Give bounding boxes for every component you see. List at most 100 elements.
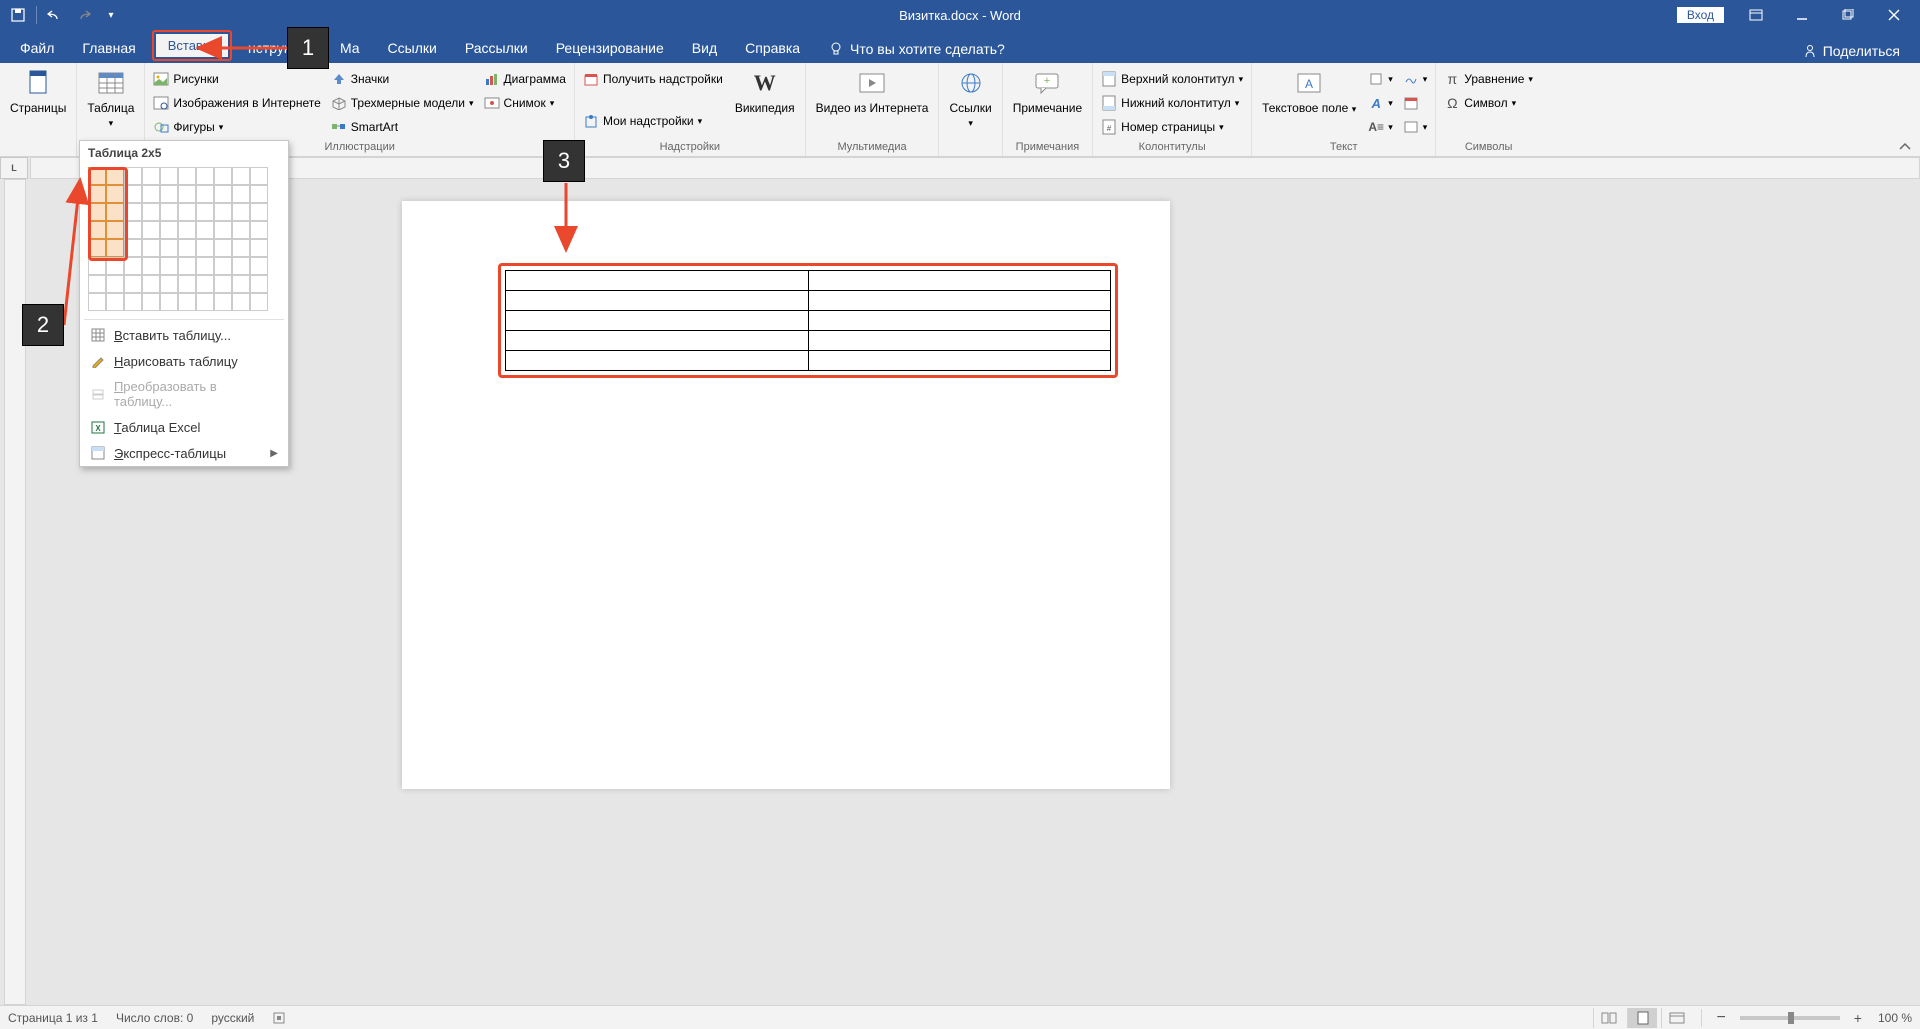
group-symbols: πУравнение ▾ ΩСимвол ▾ Символы <box>1436 63 1541 156</box>
table-button[interactable]: Таблица▾ <box>81 65 140 132</box>
status-word-count[interactable]: Число слов: 0 <box>116 1011 193 1025</box>
date-time-button[interactable] <box>1399 91 1432 115</box>
header-button[interactable]: Верхний колонтитул ▾ <box>1097 67 1247 91</box>
my-addins-button[interactable]: Мои надстройки ▾ <box>579 109 727 133</box>
svg-text:A: A <box>1305 77 1313 91</box>
status-language[interactable]: русский <box>211 1011 254 1025</box>
page-icon <box>22 67 54 99</box>
online-video-button[interactable]: Видео из Интернета <box>810 65 935 117</box>
table-grid-icon <box>90 327 106 343</box>
document-viewport[interactable] <box>26 179 1920 1005</box>
zoom-slider[interactable] <box>1740 1016 1840 1020</box>
maximize-button[interactable] <box>1826 0 1870 30</box>
redo-icon[interactable] <box>71 3 95 27</box>
qat-customize-icon[interactable]: ▾ <box>99 3 123 27</box>
excel-table-menuitem[interactable]: XТаблица Excel <box>80 414 288 440</box>
table-size-grid[interactable] <box>88 167 280 311</box>
sig-icon <box>1403 71 1419 87</box>
screenshot-button[interactable]: Снимок ▾ <box>480 91 570 115</box>
undo-icon[interactable] <box>43 3 67 27</box>
share-button[interactable]: Поделиться <box>1795 39 1908 63</box>
tab-view[interactable]: Вид <box>678 34 731 63</box>
video-icon <box>856 67 888 99</box>
zoom-out-button[interactable]: − <box>1712 1009 1729 1027</box>
group-media: Видео из Интернета Мультимедиа <box>806 63 940 156</box>
vertical-ruler[interactable] <box>4 179 26 1005</box>
tab-mailings[interactable]: Рассылки <box>451 34 542 63</box>
macro-status-icon[interactable] <box>272 1011 286 1025</box>
tab-help[interactable]: Справка <box>731 34 814 63</box>
pictures-button[interactable]: Рисунки <box>149 67 324 91</box>
get-addins-button[interactable]: Получить надстройки <box>579 67 727 91</box>
equation-icon: π <box>1444 71 1460 87</box>
close-button[interactable] <box>1872 0 1916 30</box>
cube-icon <box>331 95 347 111</box>
document-page <box>402 201 1170 789</box>
view-print-button[interactable] <box>1627 1008 1657 1028</box>
share-icon <box>1803 44 1817 58</box>
footer-button[interactable]: Нижний колонтитул ▾ <box>1097 91 1247 115</box>
online-image-icon <box>153 95 169 111</box>
group-links: Ссылки▾ <box>939 63 1002 156</box>
horizontal-ruler[interactable] <box>30 157 1920 179</box>
inserted-table-highlight <box>498 263 1118 378</box>
save-icon[interactable] <box>6 3 30 27</box>
links-button[interactable]: Ссылки▾ <box>943 65 997 132</box>
submenu-arrow-icon: ▶ <box>270 448 278 459</box>
view-web-button[interactable] <box>1661 1008 1691 1028</box>
group-pages: Страницы <box>0 63 77 156</box>
svg-text:X: X <box>95 424 101 433</box>
quick-tables-icon <box>90 445 106 461</box>
textbox-button[interactable]: A Текстовое поле ▾ <box>1256 65 1362 117</box>
inserted-table[interactable] <box>505 270 1111 371</box>
icons-button[interactable]: Значки <box>327 67 478 91</box>
tab-references[interactable]: Ссылки <box>374 34 451 63</box>
tab-selector[interactable]: L <box>0 157 28 179</box>
view-read-button[interactable] <box>1593 1008 1623 1028</box>
dropcap-button[interactable]: A≡▾ <box>1364 115 1397 139</box>
tab-insert[interactable]: Вставка <box>156 34 228 57</box>
zoom-level[interactable]: 100 % <box>1878 1011 1912 1025</box>
chart-button[interactable]: Диаграмма <box>480 67 570 91</box>
tab-layout[interactable]: Ма <box>326 34 374 63</box>
smartart-button[interactable]: SmartArt <box>327 115 478 139</box>
equation-button[interactable]: πУравнение ▾ <box>1440 67 1537 91</box>
signature-button[interactable]: ▾ <box>1399 67 1432 91</box>
quick-tables-menuitem[interactable]: Экспресс-таблицы▶ <box>80 440 288 466</box>
online-images-button[interactable]: Изображения в Интернете <box>149 91 324 115</box>
table-icon <box>95 67 127 99</box>
tab-file[interactable]: Файл <box>6 34 68 63</box>
quick-access-toolbar: ▾ <box>0 3 129 27</box>
group-text: A Текстовое поле ▾ ▾ A▾ A≡▾ ▾ ▾ Текст <box>1252 63 1436 156</box>
symbol-button[interactable]: ΩСимвол ▾ <box>1440 91 1537 115</box>
status-page[interactable]: Страница 1 из 1 <box>8 1011 98 1025</box>
insert-table-menuitem[interactable]: Вставить таблицу... <box>80 322 288 348</box>
header-icon <box>1101 71 1117 87</box>
wikipedia-button[interactable]: W Википедия <box>729 65 801 117</box>
display-options-icon[interactable] <box>1734 0 1778 30</box>
date-icon <box>1403 95 1419 111</box>
tell-me-search[interactable]: Что вы хотите сделать? <box>814 35 1019 63</box>
convert-to-table-menuitem: Преобразовать в таблицу... <box>80 374 288 414</box>
page-number-button[interactable]: #Номер страницы ▾ <box>1097 115 1247 139</box>
wordart-button[interactable]: A▾ <box>1364 91 1397 115</box>
tab-review[interactable]: Рецензирование <box>542 34 678 63</box>
collapse-ribbon-button[interactable] <box>1898 142 1912 152</box>
login-button[interactable]: Вход <box>1677 7 1724 23</box>
table-dropdown: Таблица 2x5 Вставить таблицу... Нарисова… <box>79 140 289 467</box>
quick-parts-button[interactable]: ▾ <box>1364 67 1397 91</box>
zoom-in-button[interactable]: + <box>1850 1010 1866 1026</box>
draw-table-menuitem[interactable]: Нарисовать таблицу <box>80 348 288 374</box>
picture-icon <box>153 71 169 87</box>
tab-home[interactable]: Главная <box>68 34 149 63</box>
statusbar: Страница 1 из 1 Число слов: 0 русский − … <box>0 1005 1920 1029</box>
object-button[interactable]: ▾ <box>1399 115 1432 139</box>
shapes-icon <box>153 119 169 135</box>
minimize-button[interactable] <box>1780 0 1824 30</box>
shapes-button[interactable]: Фигуры ▾ <box>149 115 324 139</box>
pages-button[interactable]: Страницы <box>4 65 72 117</box>
convert-icon <box>90 386 106 402</box>
pagenum-icon: # <box>1101 119 1117 135</box>
comment-button[interactable]: + Примечание <box>1007 65 1088 117</box>
3d-models-button[interactable]: Трехмерные модели ▾ <box>327 91 478 115</box>
